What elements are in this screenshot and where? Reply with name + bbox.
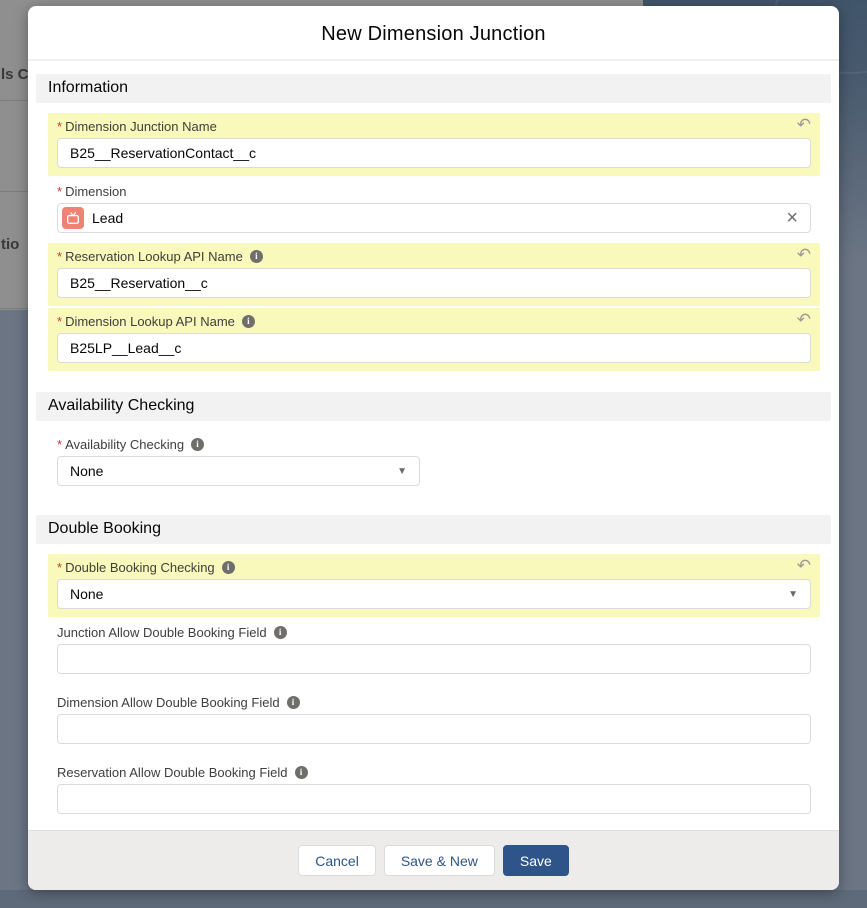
field-junction-allow-double-booking: Junction Allow Double Booking Field i — [48, 619, 820, 682]
dimension-allow-double-booking-input[interactable] — [57, 714, 811, 744]
required-asterisk: * — [57, 314, 62, 329]
modal-title: New Dimension Junction — [44, 23, 823, 46]
field-double-booking-checking: ↶ * Double Booking Checking i None ▼ — [48, 554, 820, 617]
info-icon[interactable]: i — [222, 561, 235, 574]
modal-footer: Cancel Save & New Save — [28, 830, 839, 890]
info-icon[interactable]: i — [242, 315, 255, 328]
cancel-button[interactable]: Cancel — [298, 845, 376, 876]
new-dimension-junction-modal: New Dimension Junction Information ↶ * D… — [28, 6, 839, 890]
field-availability-checking: * Availability Checking i None ▼ — [48, 431, 820, 494]
background-divider — [0, 191, 28, 192]
background-text-fragment: tio — [1, 236, 19, 253]
undo-icon[interactable]: ↶ — [797, 246, 811, 263]
selected-value: None — [70, 463, 103, 479]
section-heading-availability-checking: Availability Checking — [36, 392, 831, 421]
save-button[interactable]: Save — [503, 845, 569, 876]
field-label: Dimension — [65, 184, 126, 199]
info-icon[interactable]: i — [250, 250, 263, 263]
reservation-allow-double-booking-input[interactable] — [57, 784, 811, 814]
field-label: Dimension Allow Double Booking Field — [57, 695, 280, 710]
dimension-lookup-pill[interactable]: Lead × — [57, 203, 811, 233]
modal-body: Information ↶ * Dimension Junction Name … — [28, 61, 839, 830]
background-page-bottom — [0, 890, 867, 908]
chevron-down-icon: ▼ — [397, 466, 407, 477]
field-label: Reservation Lookup API Name — [65, 249, 243, 264]
info-icon[interactable]: i — [191, 438, 204, 451]
info-icon[interactable]: i — [295, 766, 308, 779]
field-dimension-allow-double-booking: Dimension Allow Double Booking Field i — [48, 689, 820, 752]
clear-selection-icon[interactable]: × — [786, 208, 798, 228]
field-label: Availability Checking — [65, 437, 184, 452]
field-reservation-allow-double-booking: Reservation Allow Double Booking Field i — [48, 759, 820, 822]
undo-icon[interactable]: ↶ — [797, 311, 811, 328]
undo-icon[interactable]: ↶ — [797, 557, 811, 574]
field-label: Reservation Allow Double Booking Field — [57, 765, 288, 780]
background-divider — [0, 100, 28, 101]
reservation-lookup-api-name-input[interactable] — [57, 268, 811, 298]
lead-object-icon — [62, 207, 84, 229]
section-heading-double-booking: Double Booking — [36, 515, 831, 544]
dimension-pill-label: Lead — [92, 210, 123, 226]
dimension-lookup-api-name-input[interactable] — [57, 333, 811, 363]
double-booking-checking-select[interactable]: None ▼ — [57, 579, 811, 609]
field-label: Dimension Lookup API Name — [65, 314, 235, 329]
chevron-down-icon: ▼ — [788, 589, 798, 600]
required-asterisk: * — [57, 249, 62, 264]
field-label: Double Booking Checking — [65, 560, 215, 575]
field-dimension-lookup-api-name: ↶ * Dimension Lookup API Name i — [48, 308, 820, 371]
background-divider — [0, 308, 28, 309]
info-icon[interactable]: i — [274, 626, 287, 639]
selected-value: None — [70, 586, 103, 602]
field-reservation-lookup-api-name: ↶ * Reservation Lookup API Name i — [48, 243, 820, 306]
required-asterisk: * — [57, 119, 62, 134]
info-icon[interactable]: i — [287, 696, 300, 709]
dimension-junction-name-input[interactable] — [57, 138, 811, 168]
section-double-booking: Double Booking ↶ * Double Booking Checki… — [36, 515, 831, 822]
required-asterisk: * — [57, 437, 62, 452]
field-label: Junction Allow Double Booking Field — [57, 625, 267, 640]
background-text-fragment: ls C — [1, 66, 29, 83]
save-and-new-button[interactable]: Save & New — [384, 845, 495, 876]
section-information: Information ↶ * Dimension Junction Name … — [36, 74, 831, 371]
field-label: Dimension Junction Name — [65, 119, 217, 134]
required-asterisk: * — [57, 184, 62, 199]
undo-icon[interactable]: ↶ — [797, 116, 811, 133]
field-dimension-junction-name: ↶ * Dimension Junction Name — [48, 113, 820, 176]
modal-header: New Dimension Junction — [28, 6, 839, 61]
section-availability-checking: Availability Checking * Availability Che… — [36, 392, 831, 494]
availability-checking-select[interactable]: None ▼ — [57, 456, 420, 486]
junction-allow-double-booking-input[interactable] — [57, 644, 811, 674]
field-dimension: * Dimension Lead × — [48, 178, 820, 241]
required-asterisk: * — [57, 560, 62, 575]
section-heading-information: Information — [36, 74, 831, 103]
